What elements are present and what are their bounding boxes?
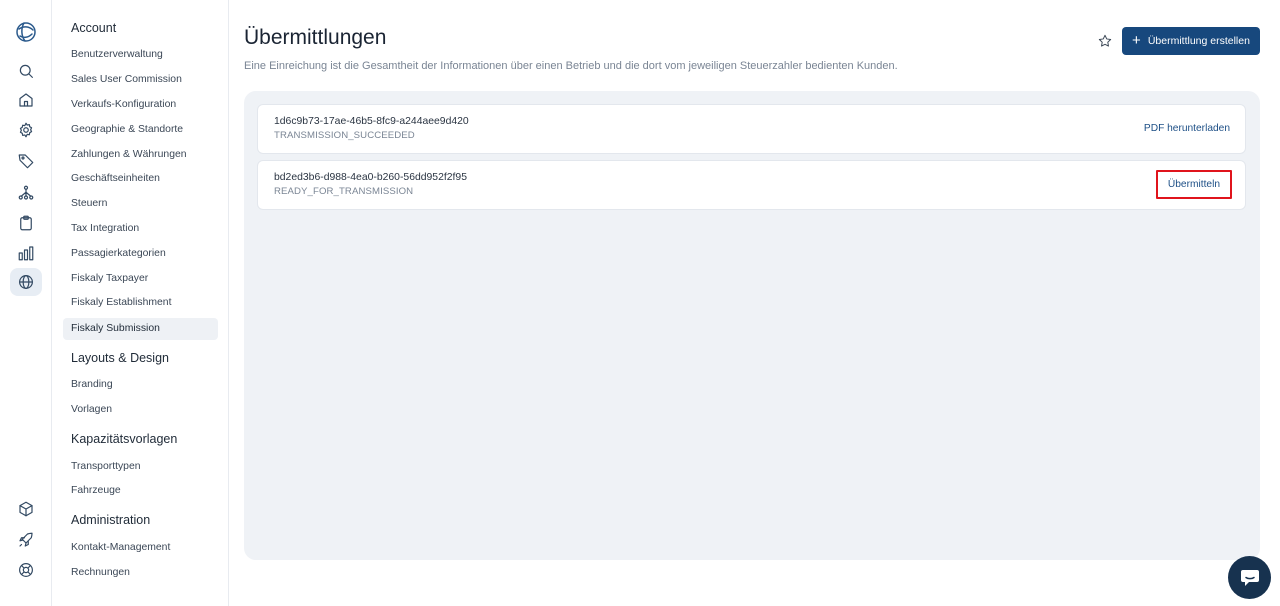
sidebar-item-kontakt-management[interactable]: Kontakt-Management — [63, 537, 218, 559]
globe-icon[interactable] — [10, 268, 42, 296]
submission-row: bd2ed3b6-d988-4ea0-b260-56dd952f2f95 REA… — [257, 160, 1246, 210]
submission-row: 1d6c9b73-17ae-46b5-8fc9-a244aee9d420 TRA… — [257, 104, 1246, 154]
submission-id: 1d6c9b73-17ae-46b5-8fc9-a244aee9d420 — [274, 116, 469, 127]
sidebar-item-verkaufs-konfiguration[interactable]: Verkaufs-Konfiguration — [63, 94, 218, 116]
main-content: Übermittlungen Eine Einreichung ist die … — [229, 0, 1280, 606]
page-title: Übermittlungen — [244, 26, 387, 49]
sidebar-item-fahrzeuge[interactable]: Fahrzeuge — [63, 480, 218, 502]
sidebar: Account Benutzerverwaltung Sales User Co… — [52, 0, 229, 606]
network-icon[interactable] — [10, 179, 42, 207]
sidebar-item-passagierkategorien[interactable]: Passagierkategorien — [63, 243, 218, 265]
logo-globe-icon[interactable] — [10, 18, 42, 46]
download-pdf-link[interactable]: PDF herunterladen — [1144, 123, 1230, 134]
submission-status: TRANSMISSION_SUCCEEDED — [274, 130, 415, 141]
sidebar-item-geographie-standorte[interactable]: Geographie & Standorte — [63, 119, 218, 141]
sidebar-item-benutzerverwaltung[interactable]: Benutzerverwaltung — [63, 44, 218, 66]
lifebuoy-icon[interactable] — [10, 556, 42, 584]
sidebar-section-title: Administration — [71, 513, 151, 527]
submission-status: READY_FOR_TRANSMISSION — [274, 186, 414, 197]
app-root: Account Benutzerverwaltung Sales User Co… — [0, 0, 1280, 606]
sidebar-section-title: Layouts & Design — [71, 351, 169, 365]
sidebar-item-fiskaly-establishment[interactable]: Fiskaly Establishment — [63, 292, 218, 314]
rocket-icon[interactable] — [10, 526, 42, 554]
sidebar-item-vorlagen[interactable]: Vorlagen — [63, 399, 218, 421]
sidebar-item-sales-user-commission[interactable]: Sales User Commission — [63, 69, 218, 91]
plus-icon: + — [1132, 32, 1141, 49]
transmit-button[interactable]: Übermitteln — [1155, 170, 1232, 199]
create-submission-button[interactable]: + Übermittlung erstellen — [1122, 27, 1260, 55]
icon-rail — [0, 0, 52, 606]
sidebar-item-tax-integration[interactable]: Tax Integration — [63, 218, 218, 240]
box-icon[interactable] — [10, 495, 42, 523]
gear-icon[interactable] — [10, 116, 42, 144]
search-icon[interactable] — [10, 57, 42, 85]
chat-bubble-icon[interactable] — [1228, 556, 1271, 599]
sidebar-item-fiskaly-taxpayer[interactable]: Fiskaly Taxpayer — [63, 268, 218, 290]
clipboard-icon[interactable] — [10, 209, 42, 237]
page-subtitle: Eine Einreichung ist die Gesamtheit der … — [244, 60, 898, 72]
home-icon[interactable] — [10, 86, 42, 114]
sidebar-item-zahlungen-waehrungen[interactable]: Zahlungen & Währungen — [63, 144, 218, 166]
sidebar-item-rechnungen[interactable]: Rechnungen — [63, 562, 218, 584]
submission-id: bd2ed3b6-d988-4ea0-b260-56dd952f2f95 — [274, 172, 467, 183]
sidebar-item-fiskaly-submission[interactable]: Fiskaly Submission — [63, 318, 218, 340]
sidebar-item-geschaeftseinheiten[interactable]: Geschäftseinheiten — [63, 168, 218, 190]
sidebar-item-steuern[interactable]: Steuern — [63, 193, 218, 215]
favorite-star-icon[interactable] — [1095, 31, 1115, 51]
create-submission-label: Übermittlung erstellen — [1147, 35, 1250, 47]
sidebar-section-title: Kapazitätsvorlagen — [71, 432, 178, 446]
sidebar-item-branding[interactable]: Branding — [63, 374, 218, 396]
submissions-panel: 1d6c9b73-17ae-46b5-8fc9-a244aee9d420 TRA… — [244, 91, 1260, 560]
sidebar-section-title: Account — [71, 21, 117, 35]
tag-icon[interactable] — [10, 147, 42, 175]
bar-chart-icon[interactable] — [10, 239, 42, 267]
sidebar-item-transporttypen[interactable]: Transporttypen — [63, 456, 218, 478]
